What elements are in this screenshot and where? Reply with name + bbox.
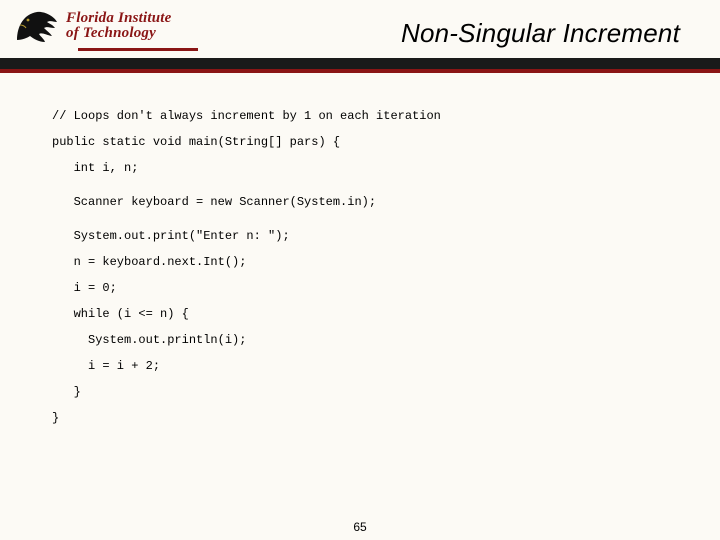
institution-name: Florida Institute of Technology bbox=[66, 11, 172, 41]
panther-logo-icon bbox=[14, 6, 60, 46]
code-line: System.out.print("Enter n: "); bbox=[52, 230, 680, 242]
slide-title: Non-Singular Increment bbox=[401, 18, 680, 49]
slide-header: Florida Institute of Technology Non-Sing… bbox=[0, 0, 720, 70]
code-line: n = keyboard.next.Int(); bbox=[52, 256, 680, 268]
header-divider bbox=[0, 58, 720, 73]
code-line: System.out.println(i); bbox=[52, 334, 680, 346]
code-line: } bbox=[52, 386, 680, 398]
code-line: public static void main(String[] pars) { bbox=[52, 136, 680, 148]
code-line: } bbox=[52, 412, 680, 424]
code-line: while (i <= n) { bbox=[52, 308, 680, 320]
institution-name-line2: of Technology bbox=[66, 26, 172, 41]
divider-dark-bar bbox=[0, 58, 720, 69]
code-line: // Loops don't always increment by 1 on … bbox=[52, 110, 680, 122]
code-line: i = 0; bbox=[52, 282, 680, 294]
institution-logo: Florida Institute of Technology bbox=[14, 6, 172, 46]
page-number: 65 bbox=[0, 520, 720, 534]
code-line: i = i + 2; bbox=[52, 360, 680, 372]
code-line: Scanner keyboard = new Scanner(System.in… bbox=[52, 196, 680, 208]
institution-name-line1: Florida Institute bbox=[66, 11, 172, 26]
logo-underline bbox=[78, 48, 198, 51]
code-line: int i, n; bbox=[52, 162, 680, 174]
code-block: // Loops don't always increment by 1 on … bbox=[52, 110, 680, 424]
divider-red-bar bbox=[0, 69, 720, 73]
